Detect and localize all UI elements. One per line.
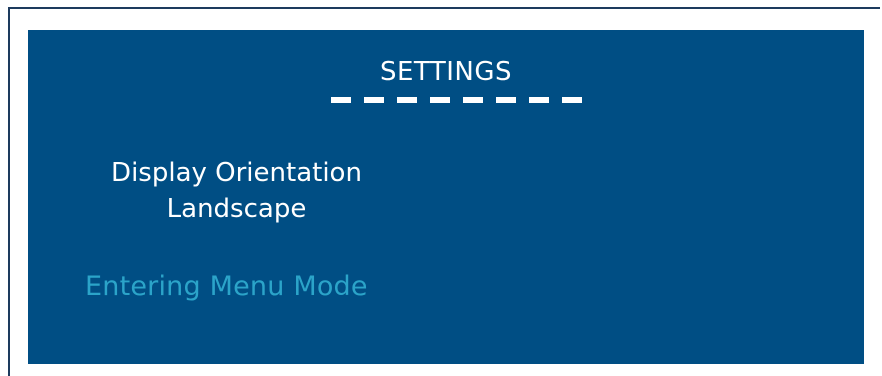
indicator-dash	[496, 97, 516, 103]
menu-indicator-dashes	[331, 97, 582, 103]
setting-item-display-orientation[interactable]: Display Orientation Landscape	[88, 155, 385, 227]
setting-name: Display Orientation	[111, 158, 362, 188]
indicator-dash	[397, 97, 417, 103]
page-title: SETTINGS	[379, 57, 512, 87]
indicator-dash	[331, 97, 351, 103]
indicator-dash	[430, 97, 450, 103]
indicator-dash	[529, 97, 549, 103]
status-message: Entering Menu Mode	[85, 271, 368, 302]
indicator-dash	[364, 97, 384, 103]
setting-value: Landscape	[166, 194, 307, 224]
indicator-dash	[463, 97, 483, 103]
settings-screen: SETTINGS Display Orientation Landscape E…	[28, 30, 864, 364]
indicator-dash	[562, 97, 582, 103]
